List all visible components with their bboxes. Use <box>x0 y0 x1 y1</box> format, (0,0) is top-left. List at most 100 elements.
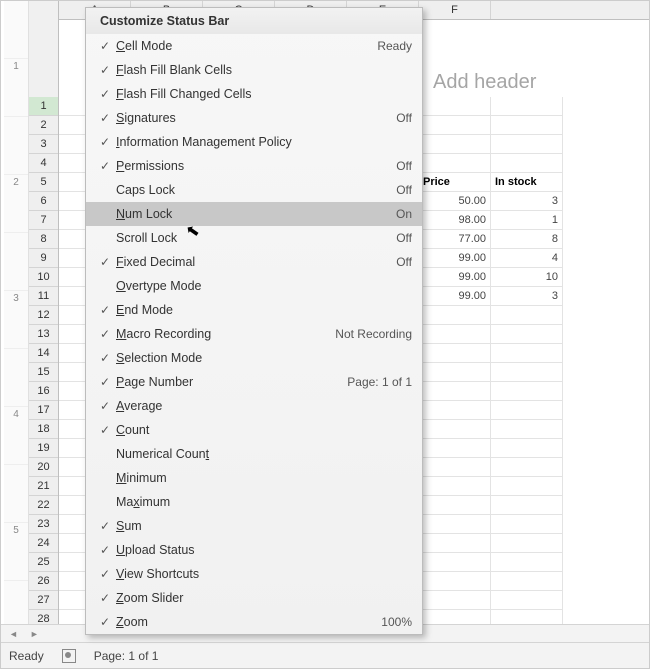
cell[interactable]: 99.00 <box>419 249 491 268</box>
row-header[interactable]: 9 <box>29 249 58 268</box>
cell[interactable] <box>491 325 563 344</box>
cell[interactable]: In stock <box>491 173 563 192</box>
cell[interactable] <box>419 515 491 534</box>
row-header[interactable]: 23 <box>29 515 58 534</box>
cell[interactable] <box>491 401 563 420</box>
cell[interactable] <box>491 439 563 458</box>
row-header[interactable]: 22 <box>29 496 58 515</box>
row-header[interactable]: 19 <box>29 439 58 458</box>
cell[interactable]: 50.00 <box>419 192 491 211</box>
row-header[interactable]: 1 <box>29 97 58 116</box>
cell[interactable]: Price <box>419 173 491 192</box>
menu-item-signatures[interactable]: ✓SignaturesOff <box>86 106 422 130</box>
cell[interactable] <box>419 154 491 173</box>
row-header[interactable]: 12 <box>29 306 58 325</box>
cell[interactable] <box>419 116 491 135</box>
menu-item-numerical-count[interactable]: Numerical Count <box>86 442 422 466</box>
menu-item-selection-mode[interactable]: ✓Selection Mode <box>86 346 422 370</box>
row-header[interactable]: 25 <box>29 553 58 572</box>
cell[interactable] <box>419 420 491 439</box>
cell[interactable] <box>419 363 491 382</box>
macro-record-icon[interactable] <box>62 649 76 663</box>
cell[interactable] <box>491 97 563 116</box>
row-header[interactable]: 24 <box>29 534 58 553</box>
cell[interactable]: 99.00 <box>419 268 491 287</box>
customize-status-bar-menu[interactable]: Customize Status Bar ✓Cell ModeReady✓Fla… <box>85 7 423 635</box>
cell[interactable] <box>491 306 563 325</box>
menu-item-overtype-mode[interactable]: Overtype Mode <box>86 274 422 298</box>
cell[interactable]: 98.00 <box>419 211 491 230</box>
cell[interactable] <box>419 306 491 325</box>
menu-item-fixed-decimal[interactable]: ✓Fixed DecimalOff <box>86 250 422 274</box>
menu-item-zoom[interactable]: ✓Zoom100% <box>86 610 422 634</box>
cell[interactable] <box>419 135 491 154</box>
cell[interactable]: 4 <box>491 249 563 268</box>
row-header[interactable]: 7 <box>29 211 58 230</box>
row-header[interactable]: 14 <box>29 344 58 363</box>
cell[interactable] <box>419 401 491 420</box>
menu-item-permissions[interactable]: ✓PermissionsOff <box>86 154 422 178</box>
cell[interactable] <box>491 363 563 382</box>
cell[interactable]: 10 <box>491 268 563 287</box>
menu-item-count[interactable]: ✓Count <box>86 418 422 442</box>
menu-item-end-mode[interactable]: ✓End Mode <box>86 298 422 322</box>
menu-item-page-number[interactable]: ✓Page NumberPage: 1 of 1 <box>86 370 422 394</box>
row-header[interactable]: 20 <box>29 458 58 477</box>
menu-item-sum[interactable]: ✓Sum <box>86 514 422 538</box>
row-header[interactable]: 3 <box>29 135 58 154</box>
cell[interactable] <box>491 534 563 553</box>
row-header[interactable]: 11 <box>29 287 58 306</box>
cell[interactable] <box>491 553 563 572</box>
menu-item-view-shortcuts[interactable]: ✓View Shortcuts <box>86 562 422 586</box>
column-header[interactable]: F <box>419 1 491 19</box>
cell[interactable] <box>491 154 563 173</box>
row-header[interactable]: 21 <box>29 477 58 496</box>
next-sheet-icon[interactable]: ► <box>30 629 39 639</box>
menu-item-num-lock[interactable]: Num LockOn <box>86 202 422 226</box>
prev-sheet-icon[interactable]: ◄ <box>9 629 18 639</box>
page-header-placeholder[interactable]: Add header <box>433 71 536 94</box>
cell[interactable] <box>419 344 491 363</box>
cell[interactable]: 99.00 <box>419 287 491 306</box>
menu-item-average[interactable]: ✓Average <box>86 394 422 418</box>
cell[interactable] <box>491 477 563 496</box>
cell[interactable] <box>419 553 491 572</box>
cell[interactable] <box>419 458 491 477</box>
row-header[interactable]: 6 <box>29 192 58 211</box>
row-header[interactable]: 26 <box>29 572 58 591</box>
menu-item-minimum[interactable]: Minimum <box>86 466 422 490</box>
row-header[interactable]: 13 <box>29 325 58 344</box>
cell[interactable] <box>491 458 563 477</box>
cell[interactable] <box>419 97 491 116</box>
cell[interactable] <box>419 382 491 401</box>
row-header[interactable]: 5 <box>29 173 58 192</box>
menu-item-scroll-lock[interactable]: Scroll LockOff <box>86 226 422 250</box>
row-header[interactable]: 15 <box>29 363 58 382</box>
cell[interactable] <box>419 534 491 553</box>
menu-item-cell-mode[interactable]: ✓Cell ModeReady <box>86 34 422 58</box>
cell[interactable] <box>491 420 563 439</box>
menu-item-zoom-slider[interactable]: ✓Zoom Slider <box>86 586 422 610</box>
cell[interactable] <box>419 477 491 496</box>
cell[interactable] <box>491 135 563 154</box>
cell[interactable]: 8 <box>491 230 563 249</box>
cell[interactable] <box>491 572 563 591</box>
cell[interactable] <box>419 572 491 591</box>
row-header[interactable]: 27 <box>29 591 58 610</box>
row-header[interactable]: 2 <box>29 116 58 135</box>
menu-item-flash-fill-blank-cells[interactable]: ✓Flash Fill Blank Cells <box>86 58 422 82</box>
row-header[interactable]: 16 <box>29 382 58 401</box>
menu-item-macro-recording[interactable]: ✓Macro RecordingNot Recording <box>86 322 422 346</box>
cell[interactable] <box>419 591 491 610</box>
menu-item-maximum[interactable]: Maximum <box>86 490 422 514</box>
cell[interactable]: 1 <box>491 211 563 230</box>
menu-item-information-management-policy[interactable]: ✓Information Management Policy <box>86 130 422 154</box>
cell[interactable]: 3 <box>491 192 563 211</box>
cell[interactable] <box>491 116 563 135</box>
row-header[interactable]: 17 <box>29 401 58 420</box>
cell[interactable]: 3 <box>491 287 563 306</box>
row-header[interactable]: 18 <box>29 420 58 439</box>
row-header[interactable]: 10 <box>29 268 58 287</box>
row-header[interactable]: 4 <box>29 154 58 173</box>
cell[interactable] <box>419 496 491 515</box>
